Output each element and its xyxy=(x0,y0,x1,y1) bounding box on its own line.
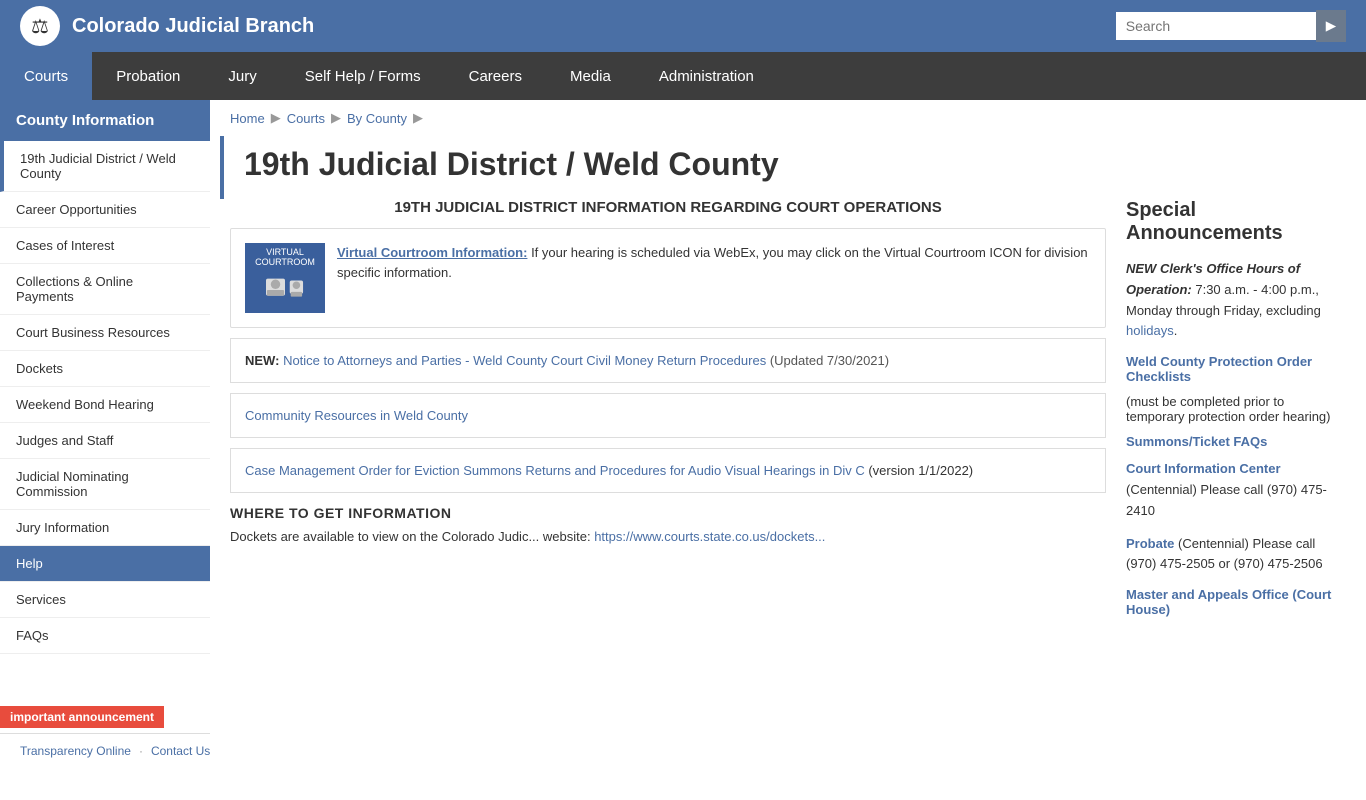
breadcrumb: Home ▶ Courts ▶ By County ▶ xyxy=(210,100,1366,136)
sidebar: County Information 19th Judicial Distric… xyxy=(0,100,210,800)
sidebar-header: County Information xyxy=(0,100,210,141)
sidebar-item-faqs[interactable]: FAQs xyxy=(0,618,210,654)
weld-county-link[interactable]: Weld County Protection Order Checklists xyxy=(1126,354,1346,384)
nav-jury[interactable]: Jury xyxy=(204,52,280,100)
case-mgmt-box: Case Management Order for Eviction Summo… xyxy=(230,448,1106,493)
virtual-courtroom-icon[interactable]: VIRTUAL COURTROOM xyxy=(245,243,325,313)
content-area: 19TH JUDICIAL DISTRICT INFORMATION REGAR… xyxy=(210,199,1366,627)
breadcrumb-sep2: ▶ xyxy=(331,110,341,126)
where-text: Dockets are available to view on the Col… xyxy=(230,527,1106,548)
search-input[interactable] xyxy=(1116,12,1316,40)
section-heading: 19TH JUDICIAL DISTRICT INFORMATION REGAR… xyxy=(230,199,1106,216)
sidebar-item-services[interactable]: Services xyxy=(0,582,210,618)
nav-careers[interactable]: Careers xyxy=(445,52,546,100)
virtual-courtroom-box: VIRTUAL COURTROOM Virtual Co xyxy=(230,228,1106,328)
search-button[interactable]: ▶ xyxy=(1316,10,1346,42)
search-area: ▶ xyxy=(1116,10,1346,42)
nav-probation[interactable]: Probation xyxy=(92,52,204,100)
notice-updated: (Updated 7/30/2021) xyxy=(770,353,889,368)
notice-link[interactable]: Notice to Attorneys and Parties - Weld C… xyxy=(283,353,766,368)
court-info-text: (Centennial) Please call (970) 475-2410 xyxy=(1126,482,1327,518)
where-heading: WHERE TO GET INFORMATION xyxy=(230,505,1106,521)
sidebar-item-help[interactable]: Help xyxy=(0,546,210,582)
sidebar-item-weekend-bond[interactable]: Weekend Bond Hearing xyxy=(0,387,210,423)
nav-courts[interactable]: Courts xyxy=(0,52,92,100)
sidebar-sub-item[interactable]: 19th Judicial District / Weld County xyxy=(0,141,210,192)
nav-selfhelp[interactable]: Self Help / Forms xyxy=(281,52,445,100)
logo-area: ⚖ Colorado Judicial Branch xyxy=(20,6,1116,46)
sidebar-item-judges[interactable]: Judges and Staff xyxy=(0,423,210,459)
summons-link[interactable]: Summons/Ticket FAQs xyxy=(1126,434,1346,449)
sidebar-item-cases[interactable]: Cases of Interest xyxy=(0,228,210,264)
main-content: Home ▶ Courts ▶ By County ▶ 19th Judicia… xyxy=(210,100,1366,800)
logo-icon: ⚖ xyxy=(20,6,60,46)
nav-bar: Courts Probation Jury Self Help / Forms … xyxy=(0,52,1366,100)
breadcrumb-sep1: ▶ xyxy=(271,110,281,126)
holidays-link[interactable]: holidays xyxy=(1126,323,1174,338)
important-announcement-tag[interactable]: important announcement xyxy=(0,706,164,728)
main-column: 19TH JUDICIAL DISTRICT INFORMATION REGAR… xyxy=(230,199,1106,627)
case-mgmt-suffix: (version 1/1/2022) xyxy=(868,463,973,478)
announce-item-1: NEW Clerk's Office Hours of Operation: 7… xyxy=(1126,259,1346,342)
breadcrumb-courts[interactable]: Courts xyxy=(287,111,325,126)
breadcrumb-sep3: ▶ xyxy=(413,110,423,126)
announcements-title: Special Announcements xyxy=(1126,199,1346,245)
virtual-icon-label: VIRTUAL COURTROOM xyxy=(249,247,321,267)
master-appeals-link[interactable]: Master and Appeals Office (Court House) xyxy=(1126,587,1346,617)
site-title: Colorado Judicial Branch xyxy=(72,15,314,38)
page-title: 19th Judicial District / Weld County xyxy=(220,136,1366,199)
announce-probate: Probate (Centennial) Please call (970) 4… xyxy=(1126,534,1346,576)
sidebar-item-jury[interactable]: Jury Information xyxy=(0,510,210,546)
nav-administration[interactable]: Administration xyxy=(635,52,778,100)
weld-county-text: (must be completed prior to temporary pr… xyxy=(1126,394,1346,424)
new-label: NEW: xyxy=(245,353,279,368)
notice-box: NEW: Notice to Attorneys and Parties - W… xyxy=(230,338,1106,383)
sidebar-item-court-business[interactable]: Court Business Resources xyxy=(0,315,210,351)
probate-link[interactable]: Probate xyxy=(1126,536,1174,551)
nav-media[interactable]: Media xyxy=(546,52,635,100)
virtual-courtroom-svg xyxy=(260,271,310,309)
virtual-courtroom-link[interactable]: Virtual Courtroom Information: xyxy=(337,245,527,260)
breadcrumb-bycounty[interactable]: By County xyxy=(347,111,407,126)
sidebar-item-judicial-nominating[interactable]: Judicial Nominating Commission xyxy=(0,459,210,510)
case-mgmt-link[interactable]: Case Management Order for Eviction Summo… xyxy=(245,463,865,478)
right-column: Special Announcements NEW Clerk's Office… xyxy=(1126,199,1346,627)
community-box: Community Resources in Weld County xyxy=(230,393,1106,438)
dockets-link[interactable]: https://www.courts.state.co.us/dockets..… xyxy=(594,529,825,544)
sidebar-item-collections[interactable]: Collections & Online Payments xyxy=(0,264,210,315)
sidebar-item-dockets[interactable]: Dockets xyxy=(0,351,210,387)
sidebar-item-career[interactable]: Career Opportunities xyxy=(0,192,210,228)
virtual-link-label: Virtual Courtroom Information: xyxy=(337,245,527,260)
top-bar: ⚖ Colorado Judicial Branch ▶ xyxy=(0,0,1366,52)
community-link[interactable]: Community Resources in Weld County xyxy=(245,408,468,423)
announce-court-info: Court Information Center (Centennial) Pl… xyxy=(1126,459,1346,521)
breadcrumb-home[interactable]: Home xyxy=(230,111,265,126)
virtual-courtroom-text: Virtual Courtroom Information: If your h… xyxy=(337,243,1091,282)
court-info-link[interactable]: Court Information Center xyxy=(1126,461,1281,476)
